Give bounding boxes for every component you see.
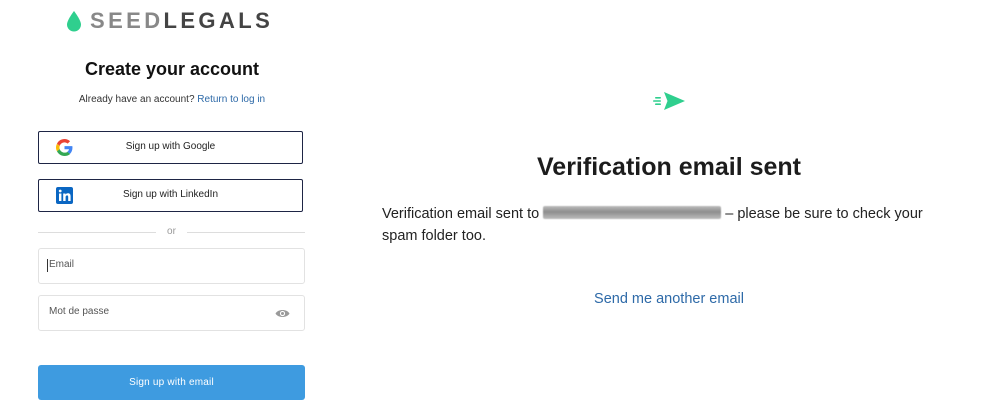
send-icon	[653, 92, 685, 110]
eye-icon[interactable]	[275, 308, 290, 319]
verification-panel: Verification email sent Verification ema…	[344, 0, 987, 411]
password-field	[38, 295, 305, 331]
message-prefix: Verification email sent to	[382, 206, 540, 222]
signup-panel: SEEDLEGALS Create your account Already h…	[0, 0, 344, 411]
google-signup-label: Sign up with Google	[125, 141, 216, 152]
redacted-email	[543, 206, 722, 219]
brand-name: SEEDLEGALS	[90, 8, 274, 33]
login-prompt-text: Already have an account?	[78, 94, 195, 105]
google-signup-button[interactable]: Sign up with Google	[38, 131, 303, 164]
drop-icon	[67, 11, 81, 32]
email-signup-button[interactable]: Sign up with email	[38, 365, 305, 400]
password-input[interactable]	[47, 305, 272, 318]
email-input[interactable]	[47, 258, 272, 271]
linkedin-signup-label: Sign up with LinkedIn	[122, 189, 219, 200]
email-field	[38, 248, 305, 284]
login-prompt: Already have an account? Return to log i…	[0, 94, 344, 105]
verification-title: Verification email sent	[537, 153, 801, 181]
return-to-login-link[interactable]: Return to log in	[197, 94, 265, 105]
verification-message: Verification email sent to – please be s…	[382, 203, 952, 247]
or-divider: or	[38, 226, 305, 238]
resend-email-link[interactable]: Send me another email	[344, 291, 987, 307]
brand-logo: SEEDLEGALS	[66, 8, 273, 34]
divider-line	[187, 232, 305, 233]
page-title: Create your account	[84, 59, 260, 79]
linkedin-signup-button[interactable]: Sign up with LinkedIn	[38, 179, 303, 212]
